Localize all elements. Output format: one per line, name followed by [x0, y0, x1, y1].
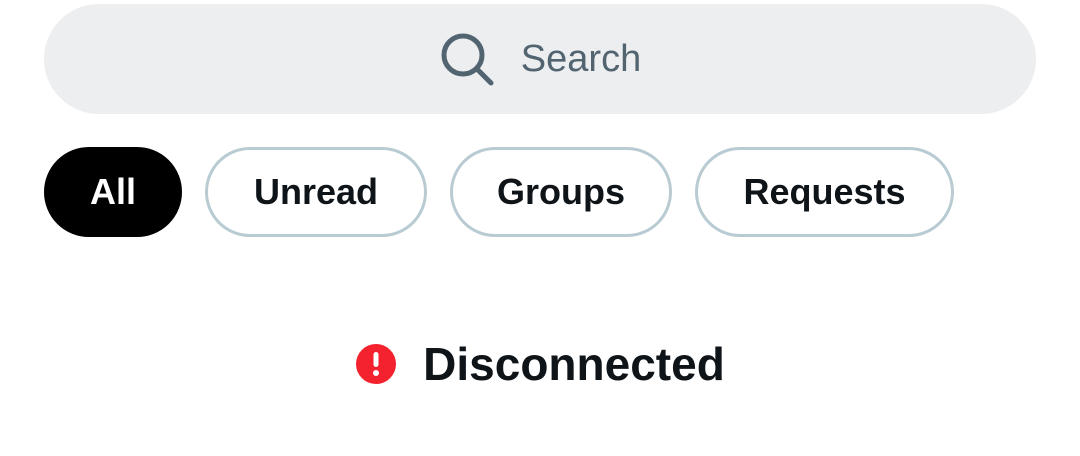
- connection-status: Disconnected: [0, 332, 1080, 396]
- filter-chip-label: Groups: [496, 171, 625, 212]
- page: Search All Unread Groups Requests Discon…: [0, 0, 1080, 456]
- status-text: Disconnected: [423, 338, 725, 390]
- filter-chip-groups[interactable]: Groups: [450, 147, 672, 237]
- alert-icon: [355, 343, 397, 385]
- filter-chip-all[interactable]: All: [44, 147, 182, 237]
- filter-tabs: All Unread Groups Requests: [44, 147, 954, 237]
- filter-chip-requests[interactable]: Requests: [695, 147, 954, 237]
- filter-chip-unread[interactable]: Unread: [205, 147, 427, 237]
- search-placeholder: Search: [520, 38, 642, 80]
- search-bar[interactable]: Search: [44, 4, 1036, 114]
- filter-chip-label: Unread: [253, 171, 379, 212]
- search-icon: [439, 31, 495, 87]
- filter-chip-label: Requests: [743, 171, 906, 212]
- filter-chip-label: All: [89, 171, 136, 212]
